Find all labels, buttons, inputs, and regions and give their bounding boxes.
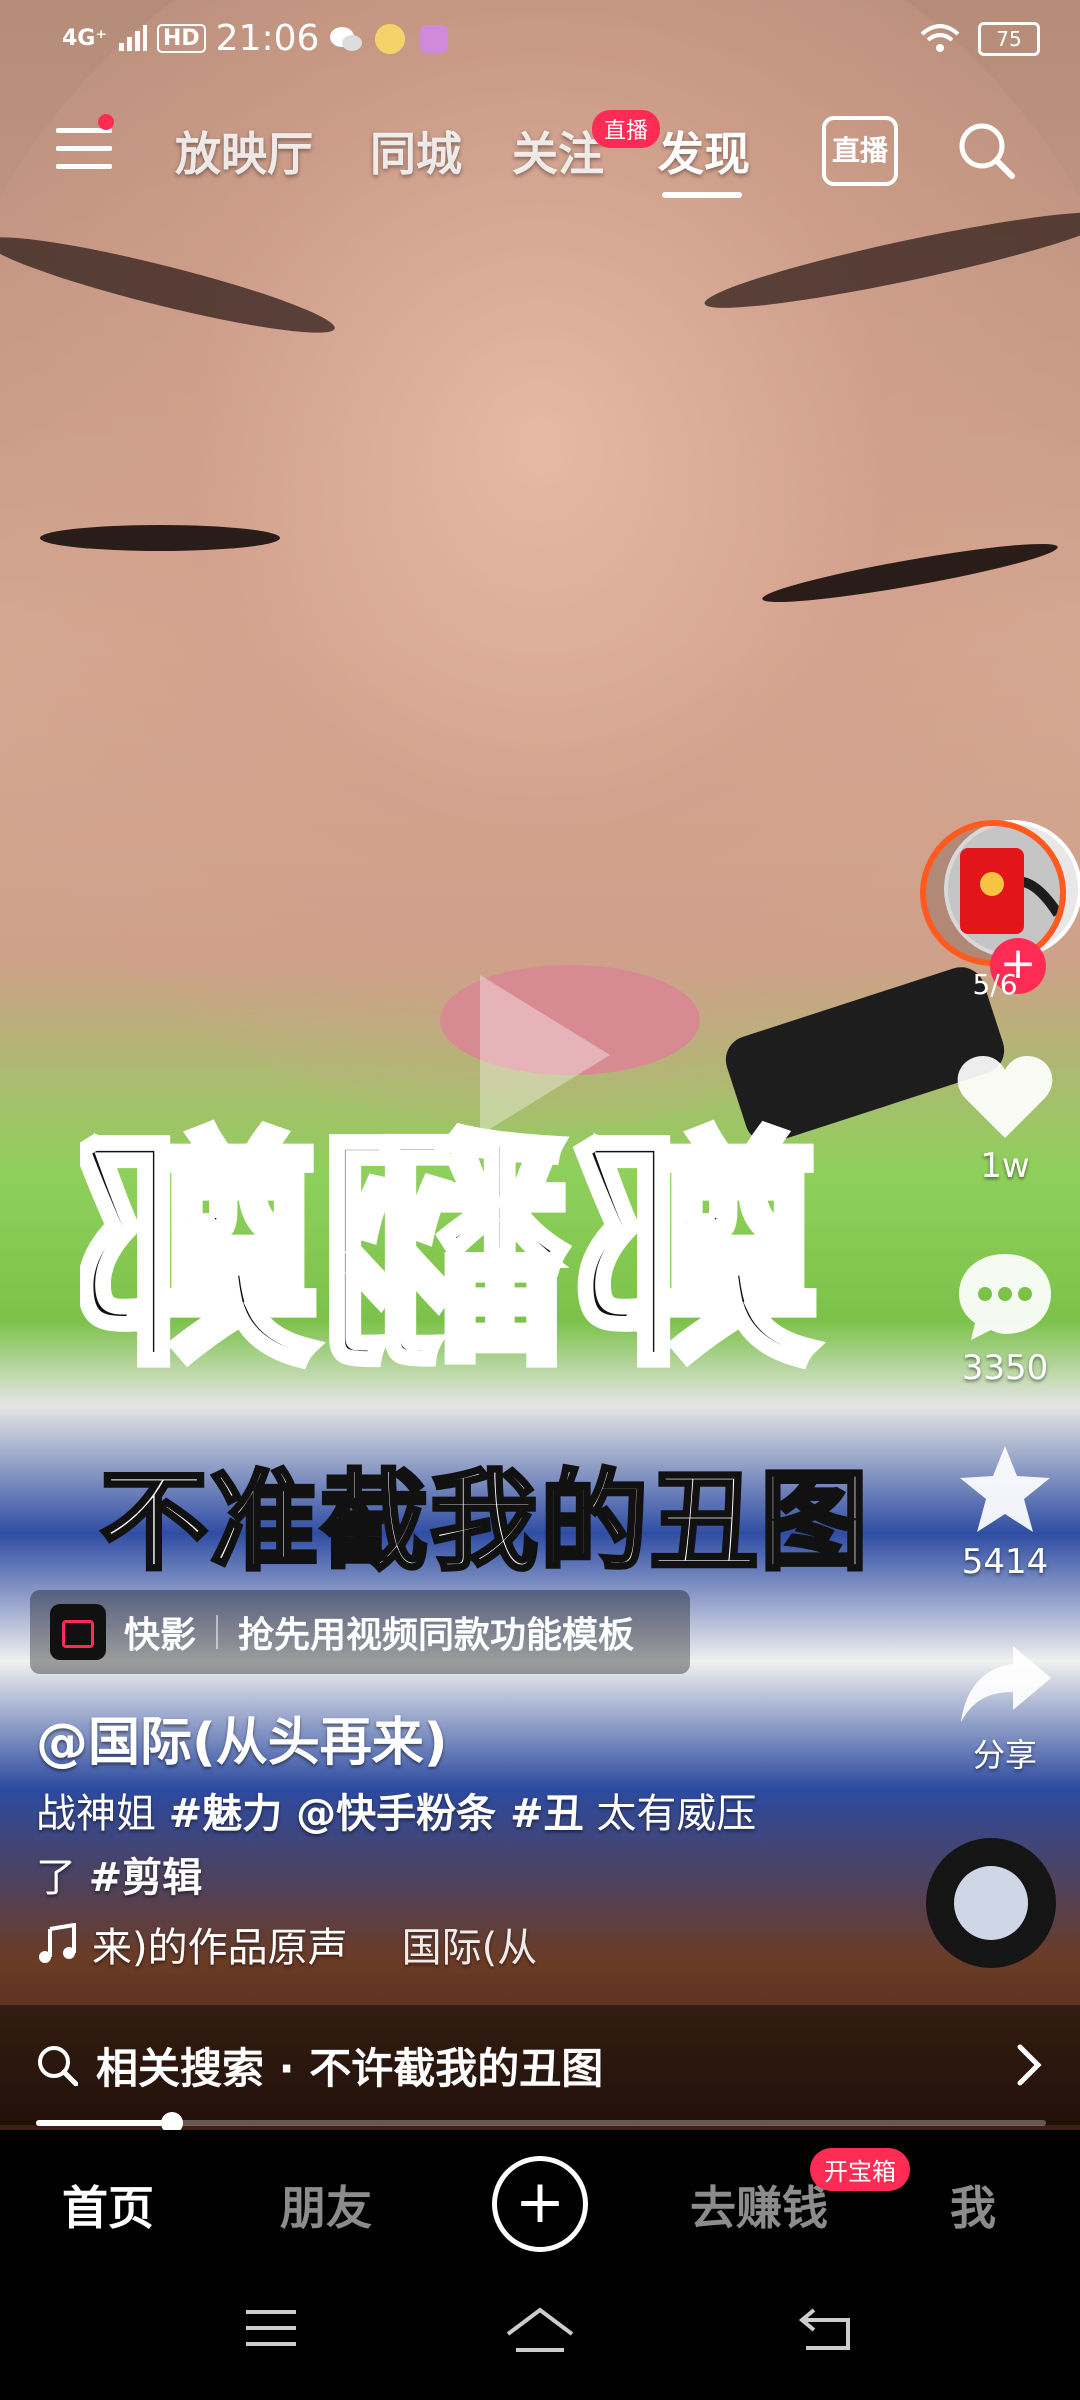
video-progress-fill [36, 2120, 173, 2126]
tab-local[interactable]: 同城 [370, 118, 462, 184]
related-search-icon [38, 2046, 78, 2086]
desc-hashtag-edit[interactable]: #剪辑 [89, 1855, 203, 1901]
author-name[interactable]: @国际(从头再来) [36, 1700, 448, 1775]
kuaiying-divider [216, 1615, 219, 1649]
kuaiying-template-banner[interactable]: 快影 抢先用视频同款功能模板 [30, 1590, 690, 1674]
related-search-bar[interactable]: 相关搜索 · 不许截我的丑图 [0, 2005, 1080, 2125]
wechat-icon [330, 26, 363, 51]
kuaiying-text: 抢先用视频同款功能模板 [238, 1615, 635, 1656]
comment-count: 3350 [961, 1348, 1049, 1388]
kuaiying-logo-icon [50, 1604, 106, 1660]
battery-indicator: 75 [978, 22, 1040, 56]
network-label: 4G⁺ [62, 26, 107, 51]
desc-hashtag-ugly[interactable]: #丑 [510, 1791, 584, 1837]
top-nav: 放映厅 同城 关注 直播 发现 直播 [0, 100, 1080, 200]
nav-earn[interactable]: 去赚钱 [690, 2172, 828, 2238]
active-tab-underline [662, 192, 742, 198]
game-notification-icon [420, 24, 449, 53]
music-info[interactable]: 来)的作品原声 国际(从 [36, 1915, 537, 1973]
following-live-badge: 直播 [592, 110, 661, 148]
earn-badge: 开宝箱 [810, 2148, 910, 2191]
play-icon[interactable] [480, 975, 610, 1135]
share-icon[interactable] [955, 1642, 1055, 1726]
signal-icon [118, 24, 147, 51]
favorite-group[interactable]: 5414 [930, 1442, 1080, 1582]
app-notification-icon [375, 23, 406, 54]
video-description: 战神姐 #魅力 @快手粉条 #丑 太有威压 了 #剪辑 [36, 1782, 836, 1910]
menu-icon[interactable] [56, 124, 112, 172]
like-group[interactable]: 1w [930, 1052, 1080, 1186]
video-shirt-print: 鄭翻鄭 [80, 1104, 824, 1403]
create-plus-button[interactable]: + [492, 2156, 588, 2252]
system-nav-bar [0, 2270, 1080, 2400]
music-author: 国际(从 [401, 1925, 538, 1971]
music-disc-cover [954, 1866, 1028, 1940]
comment-group[interactable]: 3350 [930, 1248, 1080, 1388]
favorite-count: 5414 [961, 1542, 1049, 1582]
video-progress-bar[interactable] [36, 2112, 1046, 2134]
tab-cinema[interactable]: 放映厅 [175, 118, 313, 184]
redpack-icon [960, 848, 1024, 934]
tab-discover[interactable]: 发现 [658, 118, 750, 184]
hd-badge: HD [156, 24, 206, 53]
redpack-button[interactable] [920, 820, 1066, 966]
svg-text:鄭翻鄭: 鄭翻鄭 [80, 1108, 820, 1399]
share-label: 分享 [972, 1736, 1037, 1774]
share-group[interactable]: 分享 [930, 1642, 1080, 1776]
status-time: 21:06 [215, 18, 320, 59]
music-title: 来)的作品原声 [92, 1925, 348, 1971]
tab-following[interactable]: 关注 [512, 118, 604, 184]
desc-hashtag-charm[interactable]: #魅力 [169, 1791, 283, 1837]
live-label: 直播 [831, 134, 888, 167]
kuaiying-name: 快影 [124, 1615, 197, 1656]
status-bar: 4G⁺ HD 21:06 75 [0, 0, 1080, 90]
comment-icon[interactable] [955, 1248, 1055, 1344]
desc-mention[interactable]: @快手粉条 [282, 1791, 510, 1837]
system-menu-icon[interactable] [246, 2306, 296, 2350]
video-eye-left [40, 525, 280, 551]
wifi-icon [920, 24, 960, 52]
nav-home[interactable]: 首页 [62, 2172, 154, 2238]
status-left: 4G⁺ HD 21:06 [62, 18, 451, 59]
music-note-icon [39, 1923, 76, 1963]
nav-friends[interactable]: 朋友 [280, 2172, 372, 2238]
desc-text-1: 战神姐 [36, 1791, 169, 1837]
menu-notification-dot [98, 114, 114, 130]
system-home-icon[interactable] [504, 2306, 576, 2354]
status-right: 75 [920, 22, 1040, 56]
related-search-text: 相关搜索 · 不许截我的丑图 [96, 2043, 604, 2093]
star-icon[interactable] [955, 1442, 1055, 1538]
chevron-right-icon [1017, 2044, 1042, 2086]
music-disc[interactable] [926, 1838, 1056, 1968]
heart-icon[interactable] [955, 1052, 1055, 1142]
app-screen: 鄭翻鄭 不准截我的丑图 4G⁺ HD 21:06 75 放映厅 同城 关注 直播… [0, 0, 1080, 2400]
video-caption: 不准截我的丑图 [98, 1458, 871, 1587]
desc-text-2: 太有威压 [583, 1791, 757, 1837]
author-avatar-group: + 5/6 [920, 820, 1080, 1020]
bottom-nav: 首页 朋友 + 去赚钱 开宝箱 我 [0, 2130, 1080, 2270]
desc-text-3: 了 [36, 1855, 89, 1901]
live-button[interactable]: 直播 [822, 116, 898, 186]
search-icon[interactable] [956, 120, 1016, 180]
like-count: 1w [980, 1146, 1030, 1186]
redpack-progress: 5/6 [972, 968, 1018, 1001]
nav-me[interactable]: 我 [950, 2172, 996, 2238]
system-back-icon[interactable] [798, 2306, 854, 2352]
